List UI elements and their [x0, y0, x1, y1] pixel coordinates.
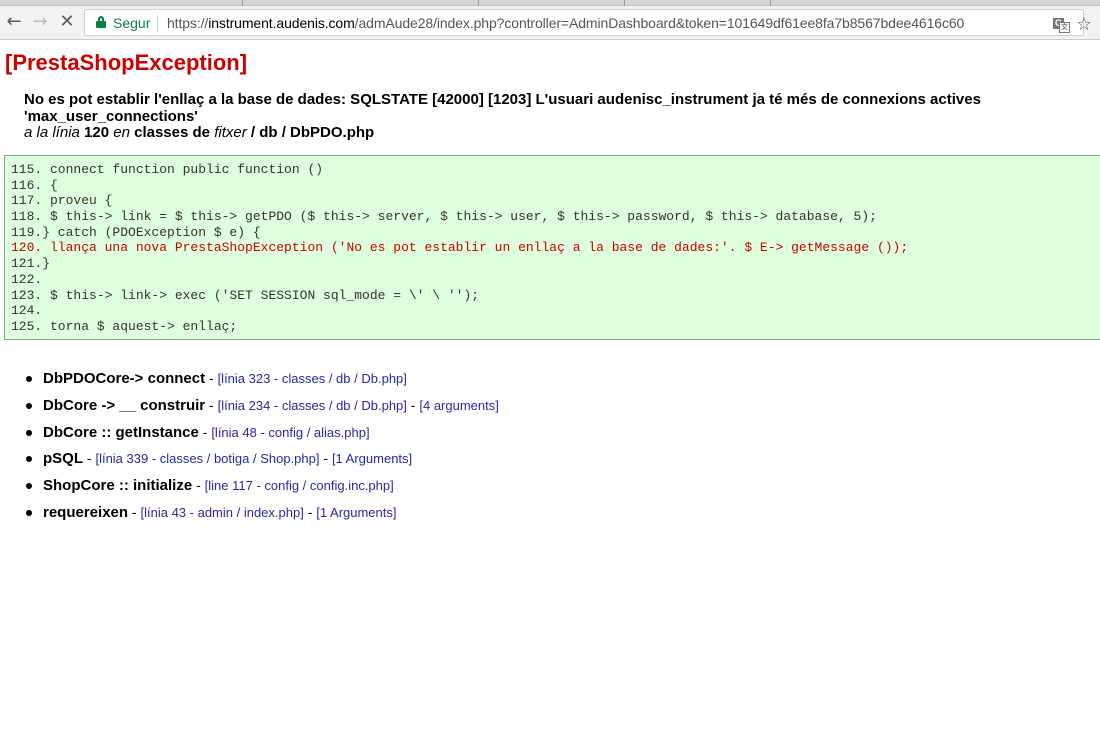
stack-trace-item: pSQL - [línia 339 - classes / botiga / S…: [26, 450, 499, 477]
code-line: 123. $ this-> link-> exec ('SET SESSION …: [11, 287, 480, 303]
browser-toolbar: ← → ✕ Segur https://instrument.audenis.c…: [0, 6, 1100, 40]
trace-separator: -: [198, 423, 212, 440]
trace-separator: -: [205, 396, 218, 413]
location-line-number: 120: [84, 124, 110, 141]
trace-link[interactable]: [línia 323 - classes / db / Db.php]: [218, 371, 407, 386]
code-line: 121.}: [11, 256, 51, 272]
code-line: 125. torna $ aquest-> enllaç;: [11, 318, 238, 334]
code-line: 118. $ this-> link = $ this-> getPDO ($ …: [11, 209, 877, 225]
trace-link[interactable]: [4 arguments]: [419, 398, 499, 413]
url-prefix: https://: [167, 15, 209, 31]
bullet-icon: [26, 483, 32, 490]
trace-link[interactable]: [línia 43 - admin / index.php]: [141, 505, 304, 520]
trace-function-name: DbCore -> __ construir: [43, 396, 206, 414]
stack-trace-item: DbPDOCore-> connect - [línia 323 - class…: [26, 370, 499, 397]
bullet-icon: [26, 402, 32, 409]
trace-function-name: ShopCore :: initialize: [43, 477, 193, 495]
trace-link[interactable]: [1 Arguments]: [316, 505, 396, 520]
code-line: 122.: [11, 271, 43, 287]
secure-label[interactable]: Segur: [113, 15, 150, 31]
address-divider: [157, 15, 158, 32]
lock-icon[interactable]: [96, 16, 106, 28]
stack-trace-list: DbPDOCore-> connect - [línia 323 - class…: [26, 370, 499, 531]
bullet-icon: [26, 509, 32, 516]
trace-link[interactable]: [línia 48 - config / alias.php]: [211, 425, 369, 440]
back-arrow-icon[interactable]: ←: [3, 11, 25, 33]
bullet-icon: [26, 429, 32, 436]
trace-link[interactable]: [line 117 - config / config.inc.php]: [205, 478, 394, 493]
code-line: 124.: [11, 303, 43, 319]
exception-title: [PrestaShopException]: [5, 50, 248, 75]
trace-separator: -: [192, 477, 205, 494]
trace-function-name: requereixen: [43, 503, 129, 521]
trace-function-name: pSQL: [43, 450, 83, 468]
address-bar[interactable]: Segur https://instrument.audenis.com/adm…: [84, 9, 1084, 36]
url-text[interactable]: https://instrument.audenis.com/admAude28…: [167, 15, 964, 31]
trace-function-name: DbCore :: getInstance: [43, 423, 199, 441]
error-location: a la línia 120 en classes de fitxer / db…: [24, 124, 374, 141]
stack-trace-item: requereixen - [línia 43 - admin / index.…: [26, 504, 499, 531]
stop-loading-icon[interactable]: ✕: [56, 11, 78, 33]
code-line-error: 120. llança una nova PrestaShopException…: [11, 240, 909, 256]
location-file-path: / db / DbPDO.php: [250, 124, 375, 141]
trace-separator: -: [319, 450, 332, 467]
stack-trace-item: DbCore -> __ construir - [línia 234 - cl…: [26, 397, 499, 424]
translate-glyph-b: 文: [1059, 22, 1070, 33]
code-line: 119.} catch (PDOException $ e) {: [11, 224, 261, 240]
url-path: /admAude28/index.php?controller=AdminDas…: [354, 15, 965, 31]
trace-link[interactable]: [línia 339 - classes / botiga / Shop.php…: [95, 451, 319, 466]
location-prefix: a la línia: [24, 124, 80, 141]
bookmark-star-icon[interactable]: ☆: [1076, 14, 1092, 35]
error-message: No es pot establir l'enllaç a la base de…: [24, 91, 981, 125]
location-fitxer: fitxer: [214, 124, 247, 141]
url-host: instrument.audenis.com: [208, 15, 355, 31]
stack-trace-item: DbCore :: getInstance - [línia 48 - conf…: [26, 424, 499, 451]
trace-link[interactable]: [1 Arguments]: [332, 451, 412, 466]
forward-arrow-icon[interactable]: →: [29, 11, 51, 33]
trace-function-name: DbPDOCore-> connect: [43, 370, 206, 387]
location-classes-de: classes de: [134, 124, 211, 141]
code-line: 116. {: [11, 177, 58, 193]
location-en: en: [113, 124, 130, 141]
translate-icon[interactable]: G 文: [1053, 18, 1070, 33]
code-line: 115. connect function public function (): [11, 162, 324, 177]
bullet-icon: [26, 376, 32, 382]
trace-separator: -: [303, 503, 317, 520]
trace-separator: -: [128, 503, 141, 520]
source-code-excerpt: 115. connect function public function ()…: [4, 155, 1100, 340]
trace-separator: -: [83, 450, 96, 467]
trace-separator: -: [205, 370, 218, 386]
code-line: 117. proveu {: [11, 193, 113, 209]
bullet-icon: [26, 456, 32, 463]
stack-trace-item: ShopCore :: initialize - [line 117 - con…: [26, 477, 499, 504]
trace-separator: -: [406, 396, 420, 413]
trace-link[interactable]: [línia 234 - classes / db / Db.php]: [218, 398, 407, 413]
